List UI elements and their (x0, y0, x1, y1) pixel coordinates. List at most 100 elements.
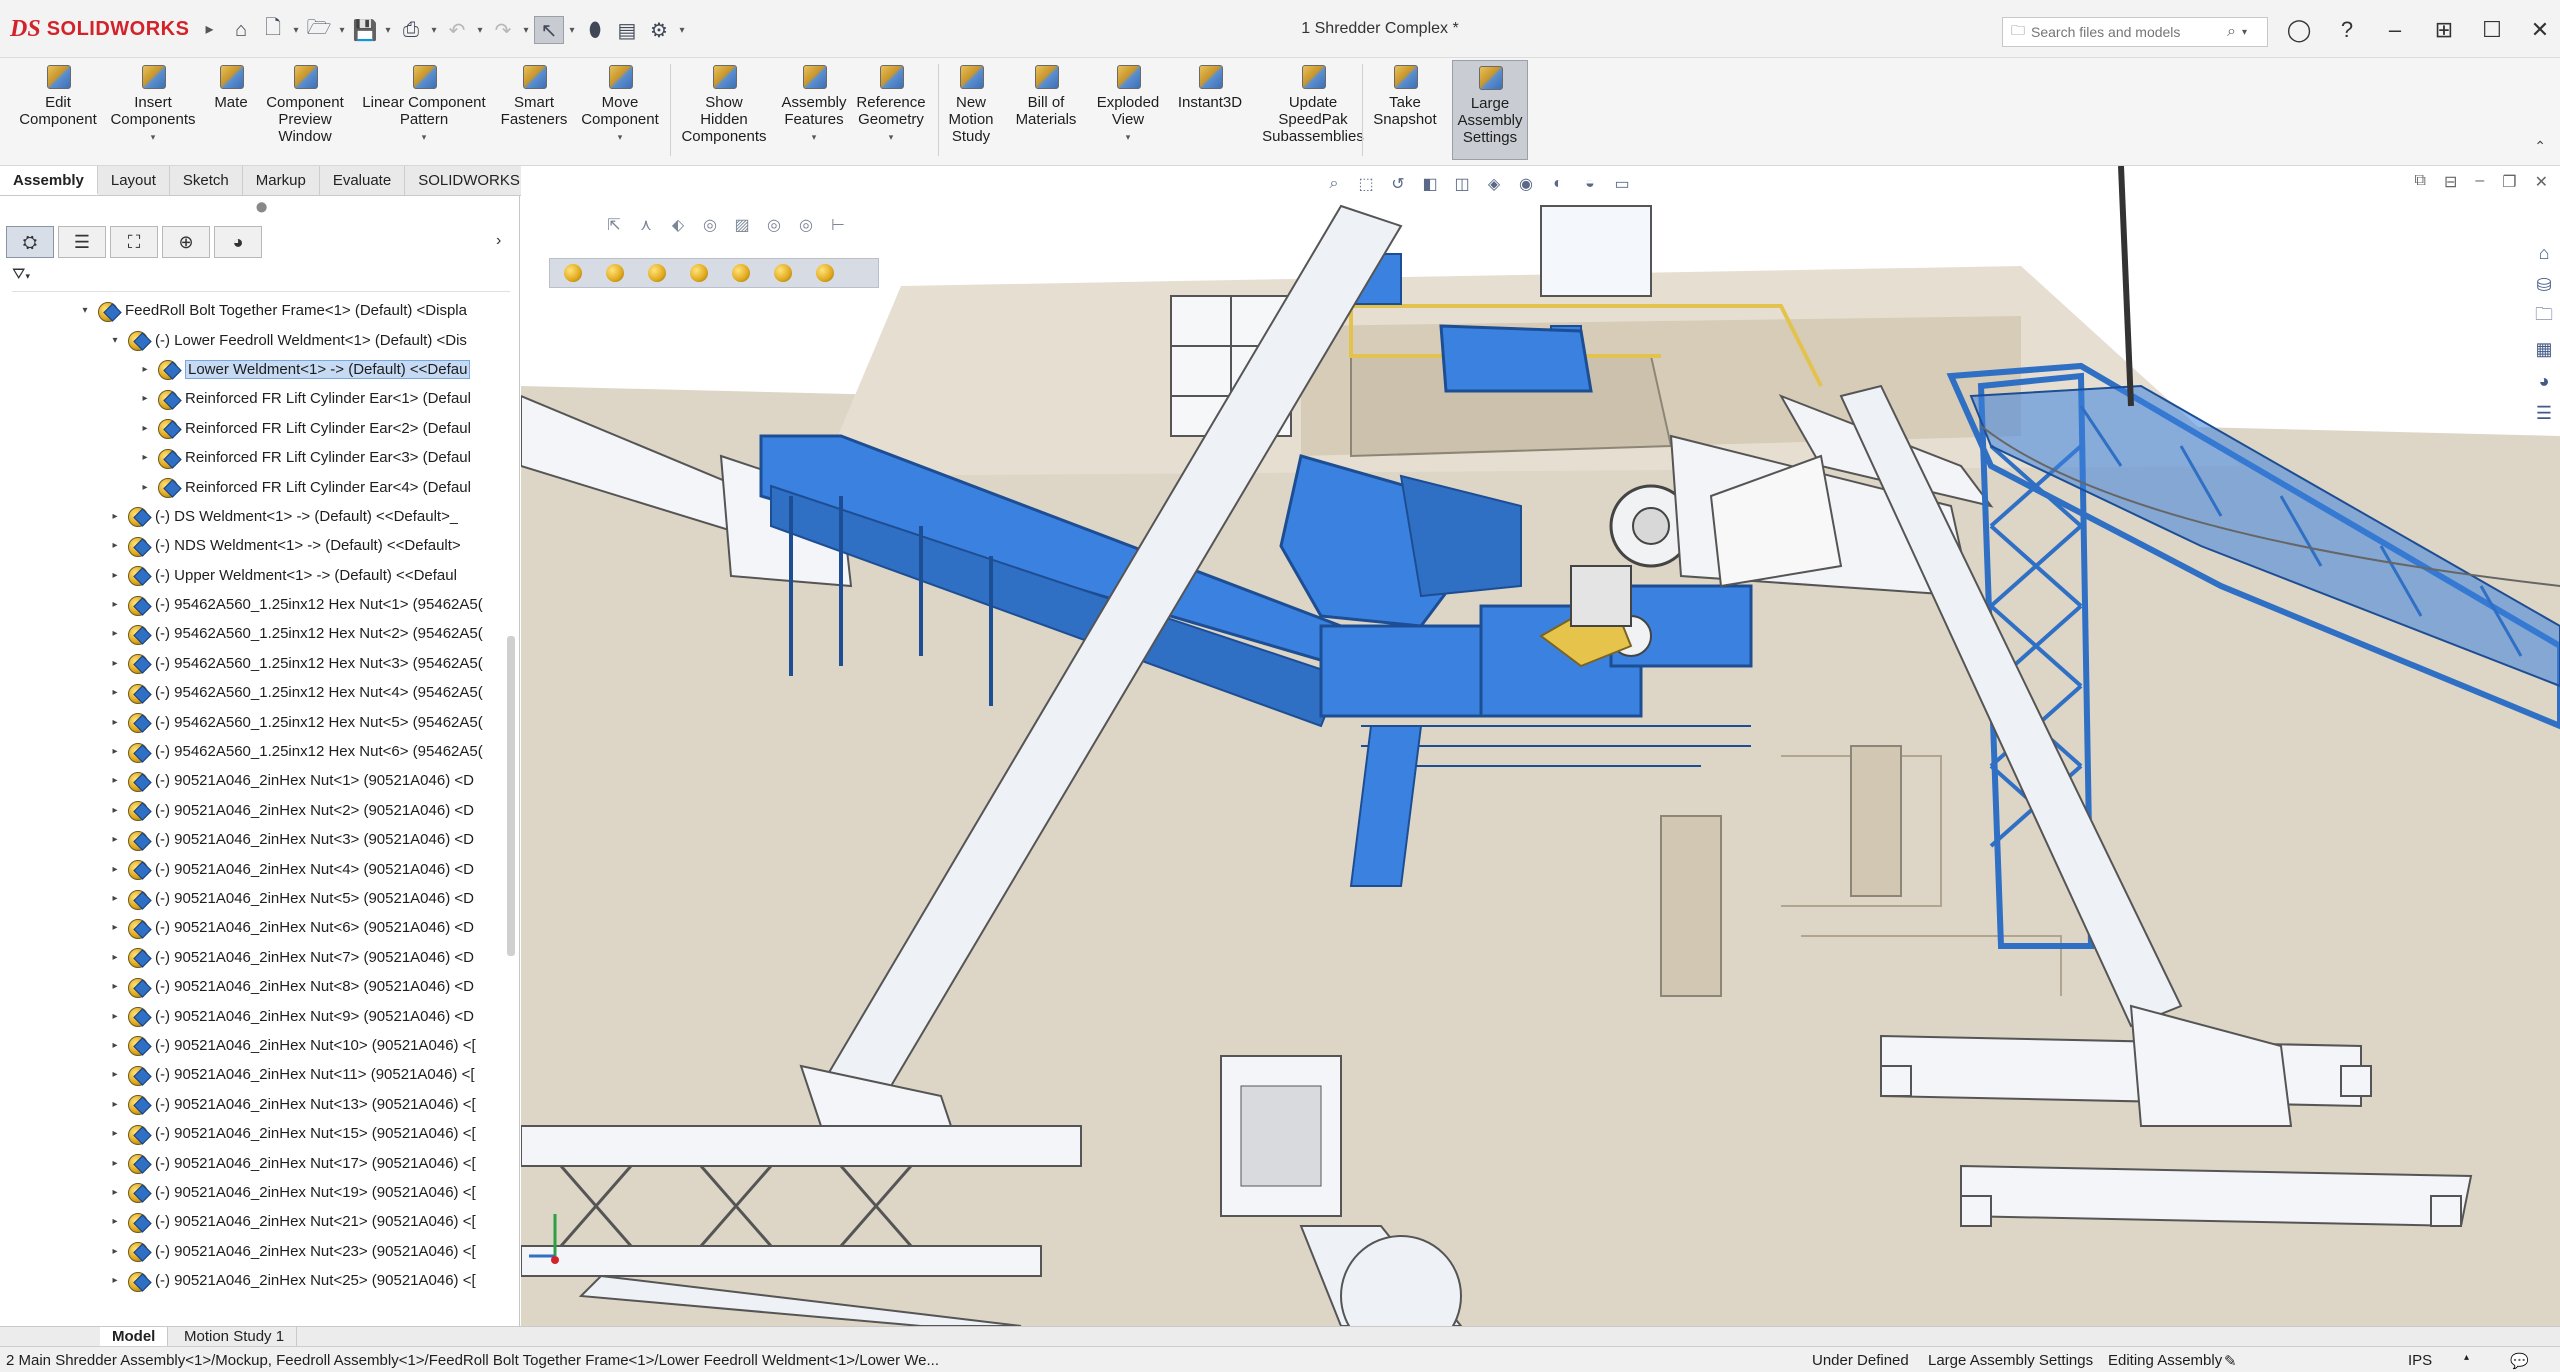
tab-sketch[interactable]: Sketch (170, 166, 243, 195)
expand-node-icon[interactable]: ▸ (108, 599, 122, 610)
graphics-area[interactable]: ⌕ ⬚ ↺ ◧ ◫ ◈ ◉ ◐ ◒ ▭ ⧉ ⊟ – ❐ ✕ ⇱ ⋏ ⬖ ◎ ▨ … (521, 166, 2560, 1326)
traffic-light-icon[interactable]: ⬮ (580, 16, 610, 44)
tree-item[interactable]: ▸ (-) NDS Weldment<1> -> (Default) <<Defa… (0, 531, 505, 560)
viewport-minimize-icon[interactable]: – (2475, 172, 2484, 192)
rebuild-icon[interactable]: ✎ (2224, 1352, 2237, 1370)
tab-assembly[interactable]: Assembly (0, 166, 98, 195)
chevron-down-icon[interactable]: ▾ (1126, 129, 1131, 146)
print-icon[interactable]: ⎙ (396, 16, 426, 44)
tree-item[interactable]: ▸ (-) 90521A046_2inHex Nut<21> (90521A046… (0, 1207, 505, 1236)
expand-node-icon[interactable]: ▸ (108, 658, 122, 669)
filter-dropdown-icon[interactable]: ▾ (25, 271, 30, 281)
tree-item[interactable]: ▸ (-) 95462A560_1.25inx12 Hex Nut<3> (954… (0, 649, 505, 678)
minimize-icon[interactable]: – (2375, 14, 2415, 46)
search-icon[interactable]: ⌕ (2227, 23, 2236, 41)
ribbon-button-edit-component[interactable]: Edit Component (14, 62, 102, 128)
expand-node-icon[interactable]: ▸ (138, 364, 152, 375)
chevron-down-icon[interactable]: ▾ (889, 129, 894, 146)
zoom-area-icon[interactable]: ⬚ (1353, 172, 1379, 196)
undo-dropdown-icon[interactable]: ▾ (474, 25, 486, 36)
ribbon-button-new-motion-study[interactable]: New Motion Study (940, 62, 1002, 145)
filter-bar[interactable]: ⛛▾ (12, 266, 510, 292)
tree-item[interactable]: ▸ (-) 90521A046_2inHex Nut<6> (90521A046)… (0, 913, 505, 942)
tree-item[interactable]: ▸ (-) 90521A046_2inHex Nut<25> (90521A046… (0, 1266, 505, 1295)
tree-item[interactable]: ▸ (-) 90521A046_2inHex Nut<17> (90521A046… (0, 1148, 505, 1177)
ribbon-button-component-preview-window[interactable]: Component Preview Window (260, 62, 350, 145)
search-dropdown-icon[interactable]: ▾ (2242, 27, 2247, 38)
expand-node-icon[interactable]: ▸ (108, 864, 122, 875)
property-manager-tab-icon[interactable]: ☰ (58, 226, 106, 258)
new-document-icon[interactable]: 🗋 (258, 16, 288, 44)
status-large-assembly-settings[interactable]: Large Assembly Settings (1928, 1352, 2093, 1369)
move-triad-icon[interactable]: ⇱ (601, 214, 627, 236)
tree-item[interactable]: ▸ Reinforced FR Lift Cylinder Ear<4> (Def… (0, 472, 505, 501)
design-library-icon[interactable]: ⛁ (2531, 272, 2557, 298)
ribbon-button-linear-component-pattern[interactable]: Linear Component Pattern ▾ (354, 62, 494, 146)
split-view-icon[interactable]: ⧉ (2415, 172, 2426, 192)
viewport-close-icon[interactable]: ✕ (2535, 172, 2548, 192)
expand-node-icon[interactable]: ▸ (108, 922, 122, 933)
tree-item[interactable]: ▾ FeedRoll Bolt Together Frame<1> (Defaul… (0, 296, 505, 325)
save-dropdown-icon[interactable]: ▾ (382, 25, 394, 36)
maximize-icon[interactable]: ☐ (2472, 14, 2512, 46)
apply-scene-icon[interactable]: ◒ (1577, 172, 1603, 196)
tab-evaluate[interactable]: Evaluate (320, 166, 406, 195)
expand-node-icon[interactable]: ▸ (108, 540, 122, 551)
save-icon[interactable]: 💾 (350, 16, 380, 44)
solidworks-logo[interactable]: DS SOLIDWORKS ▸ (10, 14, 214, 44)
tree-item[interactable]: ▸ (-) 90521A046_2inHex Nut<23> (90521A046… (0, 1237, 505, 1266)
link-views-icon[interactable]: ⊟ (2444, 172, 2457, 192)
expand-node-icon[interactable]: ▸ (108, 746, 122, 757)
ribbon-button-smart-fasteners[interactable]: Smart Fasteners (501, 62, 567, 128)
collapse-node-icon[interactable]: ▾ (108, 335, 122, 346)
chevron-down-icon[interactable]: ▾ (618, 129, 623, 146)
new-dropdown-icon[interactable]: ▾ (290, 25, 302, 36)
expand-node-icon[interactable]: ▸ (138, 482, 152, 493)
tree-item[interactable]: ▸ (-) 90521A046_2inHex Nut<3> (90521A046)… (0, 825, 505, 854)
search-input[interactable] (2031, 24, 2221, 40)
panel-grip-icon[interactable]: ⬤ (256, 202, 267, 213)
tree-item[interactable]: ▸ Reinforced FR Lift Cylinder Ear<1> (Def… (0, 384, 505, 413)
hide-show-items-icon[interactable]: ◉ (1513, 172, 1539, 196)
tab-layout[interactable]: Layout (98, 166, 170, 195)
ribbon-button-show-hidden-components[interactable]: Show Hidden Components (674, 62, 774, 145)
circle-tool-icon[interactable]: ◎ (697, 214, 723, 236)
chevron-down-icon[interactable]: ▾ (422, 129, 427, 146)
status-units[interactable]: IPS (2408, 1352, 2432, 1369)
search-scope-icon[interactable]: 🗀 (2011, 20, 2025, 44)
tree-item[interactable]: ▸ (-) 95462A560_1.25inx12 Hex Nut<6> (954… (0, 737, 505, 766)
tree-item[interactable]: ▸ (-) 90521A046_2inHex Nut<4> (90521A046)… (0, 854, 505, 883)
ribbon-button-update-speedpak-subassemblies[interactable]: Update SpeedPak Subassemblies (1256, 62, 1370, 145)
print-dropdown-icon[interactable]: ▾ (428, 25, 440, 36)
tree-item[interactable]: ▸ (-) 90521A046_2inHex Nut<2> (90521A046)… (0, 796, 505, 825)
breadcrumb-assembly-icon-4[interactable] (684, 262, 718, 284)
chevron-right-icon[interactable]: › (496, 232, 501, 250)
undo-icon[interactable]: ↶ (442, 16, 472, 44)
section-view-icon[interactable]: ◧ (1417, 172, 1443, 196)
configuration-manager-tab-icon[interactable]: ⛶ (110, 226, 158, 258)
tab-motion-study[interactable]: Motion Study 1 (172, 1327, 298, 1347)
dimxpert-tab-icon[interactable]: ⊕ (162, 226, 210, 258)
view-settings-icon[interactable]: ▭ (1609, 172, 1635, 196)
previous-view-icon[interactable]: ↺ (1385, 172, 1411, 196)
ribbon-button-move-component[interactable]: Move Component ▾ (574, 62, 666, 146)
tree-item[interactable]: ▸ (-) 95462A560_1.25inx12 Hex Nut<1> (954… (0, 590, 505, 619)
tab-markup[interactable]: Markup (243, 166, 320, 195)
ribbon-button-assembly-features[interactable]: Assembly Features ▾ (776, 62, 852, 146)
expand-node-icon[interactable]: ▸ (108, 834, 122, 845)
dimension-icon[interactable]: ⊢ (825, 214, 851, 236)
ribbon-button-exploded-view[interactable]: Exploded View ▾ (1090, 62, 1166, 146)
tree-item[interactable]: ▸ (-) DS Weldment<1> -> (Default) <<Defau… (0, 502, 505, 531)
expand-node-icon[interactable]: ▸ (138, 393, 152, 404)
expand-node-icon[interactable]: ▸ (108, 775, 122, 786)
select-pointer-icon[interactable]: ↖ (534, 16, 564, 44)
expand-node-icon[interactable]: ▸ (108, 952, 122, 963)
expand-node-icon[interactable]: ▸ (138, 423, 152, 434)
tree-item[interactable]: ▸ (-) 90521A046_2inHex Nut<7> (90521A046)… (0, 943, 505, 972)
help-icon[interactable]: ? (2327, 14, 2367, 46)
tree-item[interactable]: ▸ (-) 95462A560_1.25inx12 Hex Nut<5> (954… (0, 707, 505, 736)
units-dropdown-icon[interactable]: ▴ (2464, 1352, 2469, 1363)
user-account-icon[interactable]: ◯ (2279, 14, 2319, 46)
menu-expand-icon[interactable]: ▸ (205, 19, 213, 39)
file-properties-icon[interactable]: ▤ (612, 16, 642, 44)
